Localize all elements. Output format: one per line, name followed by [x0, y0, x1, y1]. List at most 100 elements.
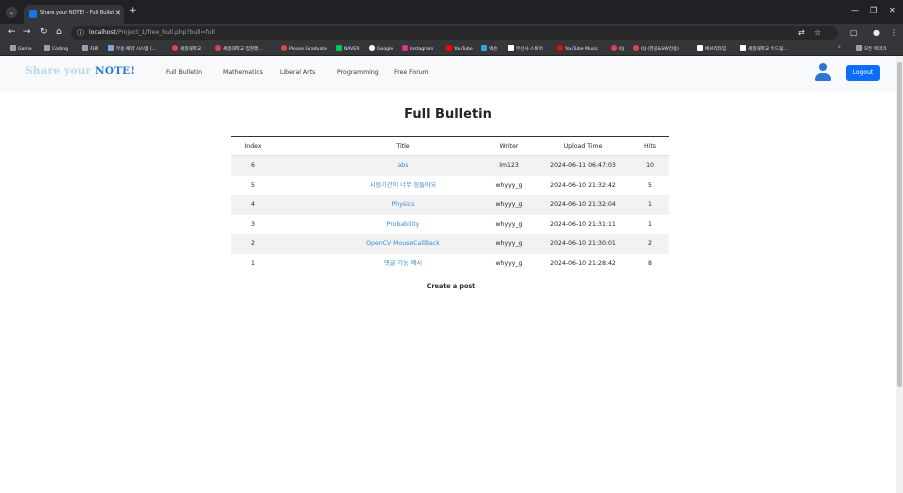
row-index: 4 — [251, 201, 255, 208]
header-upload-time: Upload Time — [563, 143, 603, 150]
bookmark-item[interactable]: Game — [10, 45, 32, 52]
row-writer: whyyy_g — [495, 201, 523, 208]
folder-icon — [44, 45, 50, 51]
instagram-icon — [402, 45, 408, 51]
bookmark-favicon-icon — [172, 45, 178, 51]
bookmark-item[interactable]: 무신사 스토어 — [508, 45, 543, 52]
bookmark-favicon-icon — [215, 45, 221, 51]
tab-search-icon[interactable]: ⌄ — [6, 7, 17, 18]
close-tab-icon[interactable]: ✕ — [115, 9, 121, 17]
row-index: 3 — [251, 220, 255, 228]
row-writer: whyyy_g — [495, 259, 523, 267]
table-row: 1 댓글 기능 예시 whyyy_g 2024-06-10 21:28:42 8 — [231, 254, 669, 274]
window-close-icon[interactable]: ✕ — [889, 6, 896, 15]
bookmark-item[interactable]: 세종대학교 두드림... — [740, 45, 788, 52]
bookmark-item[interactable]: 에브리타임 — [697, 45, 726, 52]
folder-icon — [10, 45, 16, 51]
page-title: Full Bulletin — [404, 107, 492, 122]
bookmark-item[interactable]: 무용 예약 시스템 (... — [108, 45, 156, 52]
browser-menu-icon[interactable]: ⋮ — [890, 28, 898, 37]
site-info-icon[interactable]: ⓘ — [77, 28, 84, 38]
bookmark-item[interactable]: 세종대학교 입현행... — [215, 45, 263, 52]
browser-tab[interactable]: Share your NOTE! - Full Bulleti ✕ — [24, 5, 124, 24]
bookmark-item[interactable]: 세종대학교 — [172, 45, 201, 52]
nav-link-programming[interactable]: Programming — [337, 69, 379, 76]
table-header: Index Title Writer Upload Time Hits — [231, 136, 669, 156]
table-row: 4 Physics whyyy_g 2024-06-10 21:32:04 1 — [231, 195, 669, 215]
everytime-icon — [697, 45, 703, 51]
header-hits: Hits — [643, 143, 657, 150]
scrollbar-thumb[interactable] — [897, 62, 902, 387]
row-hits: 5 — [648, 181, 652, 189]
nexon-icon — [481, 45, 487, 51]
row-hits: 2 — [648, 240, 652, 247]
row-hits: 1 — [648, 201, 652, 208]
bookmark-item[interactable]: OJ — [611, 45, 624, 52]
bookmark-item[interactable]: NAVER — [336, 45, 360, 52]
minimize-icon[interactable]: — — [851, 6, 859, 15]
url-text: localhost/Project_1/free_bull.php?bull=f… — [89, 29, 215, 36]
header-index: Index — [244, 143, 262, 150]
forward-icon[interactable]: → — [23, 27, 31, 37]
address-bar[interactable]: ⓘ localhost/Project_1/free_bull.php?bull… — [71, 26, 838, 40]
site-navbar: Share your NOTE! Full Bulletin Mathemati… — [0, 56, 896, 92]
bookmark-star-icon[interactable]: ☆ — [814, 28, 821, 37]
nav-link-free-forum[interactable]: Free Forum — [394, 69, 429, 76]
nav-link-full-bulletin[interactable]: Full Bulletin — [166, 69, 202, 76]
bookmark-item[interactable]: 넥슨 — [481, 45, 497, 52]
nav-link-mathematics[interactable]: Mathematics — [223, 69, 263, 76]
row-upload-time: 2024-06-10 21:32:42 — [550, 181, 616, 189]
row-writer: whyyy_g — [495, 220, 523, 228]
nav-link-liberal-arts[interactable]: Liberal Arts — [280, 69, 315, 76]
folder-icon — [82, 45, 88, 51]
bookmark-item[interactable]: Please Graduate — [281, 45, 327, 52]
bookmark-item[interactable]: Coding — [44, 45, 68, 52]
table-row: 3 Probability whyyy_g 2024-06-10 21:31:1… — [231, 215, 669, 235]
bookmark-item[interactable]: Instagram — [402, 45, 433, 52]
logout-button[interactable]: Logout — [846, 65, 880, 81]
header-writer: Writer — [499, 143, 519, 150]
naver-icon — [336, 45, 342, 51]
profile-icon[interactable]: ● — [873, 28, 880, 37]
row-hits: 8 — [648, 259, 652, 267]
browser-toolbar: ← → ↻ ⌂ ⓘ localhost/Project_1/free_bull.… — [0, 24, 903, 42]
page-scrollbar[interactable] — [896, 56, 903, 493]
new-tab-icon[interactable]: + — [129, 6, 137, 16]
reload-icon[interactable]: ↻ — [40, 27, 48, 37]
row-index: 6 — [251, 162, 255, 169]
bulletin-table: Index Title Writer Upload Time Hits 6 ab… — [231, 136, 669, 273]
site-brand[interactable]: Share your NOTE! — [25, 65, 135, 77]
bookmark-favicon-icon — [281, 45, 287, 51]
google-icon — [369, 45, 375, 51]
table-row: 2 OpenCV MouseCallBack whyyy_g 2024-06-1… — [231, 234, 669, 254]
user-avatar-icon[interactable] — [815, 63, 831, 82]
bookmark-item[interactable]: YouTube — [446, 45, 473, 52]
row-upload-time: 2024-06-11 06:47:03 — [550, 162, 616, 169]
create-post-label[interactable]: Create a post — [427, 282, 475, 290]
bookmark-item[interactable]: Google — [369, 45, 393, 52]
site-favicon-icon — [29, 10, 37, 18]
bookmark-item[interactable]: YouTube Music — [557, 45, 598, 52]
bookmarks-bar: Game Coding 자료 무용 예약 시스템 (... 세종대학교 세종대학… — [0, 42, 903, 56]
home-icon[interactable]: ⌂ — [56, 27, 62, 37]
youtube-icon — [446, 45, 452, 51]
back-icon[interactable]: ← — [8, 27, 16, 37]
folder-icon — [856, 45, 862, 51]
row-upload-time: 2024-06-10 21:30:01 — [550, 240, 616, 247]
musinsa-icon — [508, 45, 514, 51]
translate-icon[interactable]: ⇄ — [798, 28, 805, 37]
bookmark-favicon-icon — [108, 45, 114, 51]
maximize-icon[interactable]: ❐ — [870, 6, 877, 15]
more-bookmarks-icon[interactable]: » — [838, 45, 841, 50]
create-post-button[interactable]: Create a post — [0, 282, 902, 290]
bookmark-favicon-icon — [633, 45, 639, 51]
all-bookmarks-item[interactable]: 모든 북마크 — [856, 45, 887, 52]
browser-tab-strip: ⌄ Share your NOTE! - Full Bulleti ✕ + — … — [0, 0, 903, 24]
row-writer: lm123 — [499, 162, 519, 169]
bookmark-favicon-icon — [740, 45, 746, 51]
extensions-icon[interactable]: ▢ — [850, 28, 858, 37]
bookmark-item[interactable]: OJ (한공&SW전용) — [633, 45, 679, 52]
bookmark-item[interactable]: 자료 — [82, 45, 98, 52]
row-index: 1 — [251, 259, 255, 267]
table-row: 5 시험기간이 너무 힘들어요 whyyy_g 2024-06-10 21:32… — [231, 176, 669, 196]
